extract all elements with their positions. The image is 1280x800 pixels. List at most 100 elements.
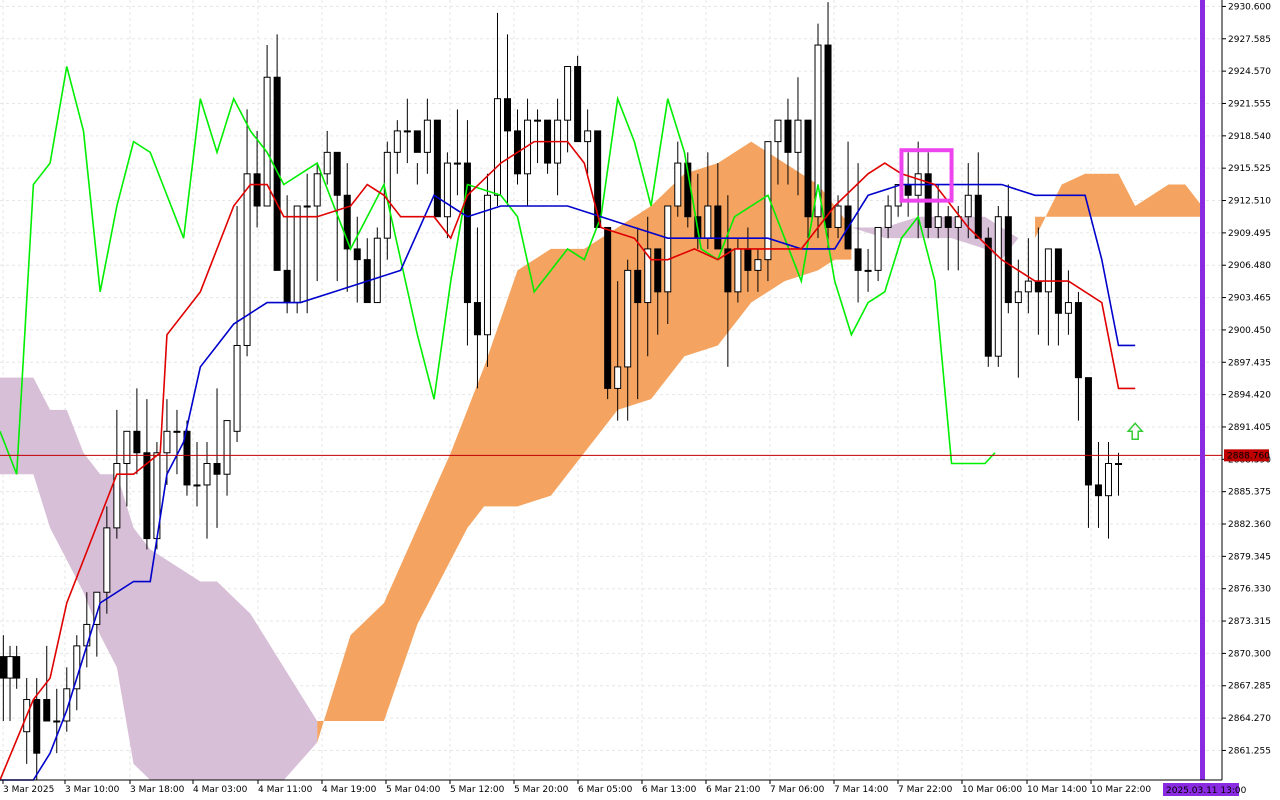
candle-body xyxy=(393,130,401,153)
candle-body xyxy=(113,462,121,529)
candle-body xyxy=(233,344,241,432)
candle-body xyxy=(333,151,341,196)
candle-body xyxy=(564,66,572,121)
candle-body xyxy=(503,98,511,132)
x-tick-label: 7 Mar 14:00 xyxy=(834,785,889,795)
candle-body xyxy=(974,194,982,239)
candle-body xyxy=(13,656,21,679)
y-tick-label: 2873.315 xyxy=(1228,617,1271,627)
y-tick-label: 2885.375 xyxy=(1228,488,1271,498)
candle-body xyxy=(323,151,331,175)
candle-body xyxy=(874,226,882,271)
candle-body xyxy=(433,119,441,218)
x-tick-label: 4 Mar 11:00 xyxy=(258,785,313,795)
y-tick-label: 2915.525 xyxy=(1228,164,1271,174)
candle-body xyxy=(784,119,792,153)
x-tick-label: 7 Mar 06:00 xyxy=(770,785,825,795)
candle-body xyxy=(243,173,251,346)
y-tick-label: 2924.570 xyxy=(1228,67,1271,77)
vertical-line-time: 2025.03.11 13:00 xyxy=(1166,786,1247,796)
candle-body xyxy=(944,216,952,228)
y-tick-label: 2918.540 xyxy=(1228,132,1271,142)
candle-body xyxy=(293,205,301,304)
candle-body xyxy=(1094,484,1102,497)
candle-body xyxy=(1034,280,1042,293)
candle-body xyxy=(383,151,391,239)
x-tick-label: 3 Mar 10:00 xyxy=(65,785,120,795)
candle-body xyxy=(884,205,892,228)
y-tick-label: 2876.330 xyxy=(1228,585,1271,595)
candle-body xyxy=(1024,280,1032,293)
candle-body xyxy=(994,216,1002,357)
candle-body xyxy=(483,194,491,336)
candle-body xyxy=(83,623,91,647)
candle-body xyxy=(744,248,752,271)
candle-body xyxy=(754,259,762,271)
candle-body xyxy=(834,205,842,228)
x-tick-label: 6 Mar 13:00 xyxy=(642,785,697,795)
candle-body xyxy=(53,720,61,723)
candle-body xyxy=(534,119,542,122)
candle-body xyxy=(674,162,682,207)
candle-body xyxy=(1004,216,1012,304)
candle-body xyxy=(934,216,942,228)
y-tick-label: 2927.585 xyxy=(1228,35,1271,45)
y-tick-label: 2891.405 xyxy=(1228,423,1271,433)
x-tick-label: 3 Mar 18:00 xyxy=(130,785,185,795)
x-tick-label: 4 Mar 03:00 xyxy=(193,785,248,795)
candle-body xyxy=(654,248,662,293)
y-tick-label: 2912.510 xyxy=(1228,197,1271,207)
x-tick-label: 5 Mar 20:00 xyxy=(514,785,569,795)
candle-body xyxy=(193,484,201,487)
candle-body xyxy=(493,98,501,196)
y-tick-label: 2921.555 xyxy=(1228,99,1271,109)
x-tick-label: 6 Mar 05:00 xyxy=(578,785,633,795)
candle-body xyxy=(103,527,111,593)
y-tick-label: 2897.435 xyxy=(1228,358,1271,368)
candle-body xyxy=(1044,248,1052,293)
x-tick-label: 4 Mar 19:00 xyxy=(322,785,377,795)
candle-body xyxy=(1074,302,1082,379)
candle-body xyxy=(904,184,912,196)
candle-body xyxy=(33,699,41,754)
candle-body xyxy=(133,430,141,454)
candle-body xyxy=(303,205,311,208)
candle-body xyxy=(794,119,802,153)
candle-body xyxy=(634,269,642,304)
candle-body xyxy=(584,130,592,143)
x-tick-label: 3 Mar 2025 xyxy=(3,785,54,795)
vertical-time-line xyxy=(1200,0,1205,780)
x-tick-label: 5 Mar 12:00 xyxy=(450,785,505,795)
y-tick-label: 2864.270 xyxy=(1228,714,1271,724)
candle-body xyxy=(123,430,131,464)
candle-body xyxy=(473,302,481,336)
candle-body xyxy=(704,205,712,239)
current-price-label: 2888.760 xyxy=(1224,449,1270,462)
candle-body xyxy=(864,269,872,272)
x-tick-label: 5 Mar 04:00 xyxy=(386,785,441,795)
y-tick-label: 2903.465 xyxy=(1228,294,1271,304)
candle-body xyxy=(774,119,782,143)
y-tick-label: 2882.360 xyxy=(1228,520,1271,530)
candle-body xyxy=(453,162,461,165)
current-price-value: 2888.760 xyxy=(1227,451,1270,461)
y-tick-label: 2867.285 xyxy=(1228,682,1271,692)
candle-body xyxy=(804,119,812,218)
candle-body xyxy=(313,173,321,207)
y-tick-label: 2900.450 xyxy=(1228,326,1271,336)
candle-body xyxy=(614,366,622,389)
candle-body xyxy=(273,76,281,271)
y-tick-label: 2930.600 xyxy=(1228,2,1271,12)
vertical-line-time-label: 2025.03.11 13:00 xyxy=(1163,783,1247,796)
candle-body xyxy=(984,237,992,357)
candle-body xyxy=(714,205,722,250)
candle-body xyxy=(353,248,361,261)
candle-body xyxy=(223,420,231,475)
x-tick-label: 7 Mar 22:00 xyxy=(898,785,953,795)
candle-body xyxy=(814,44,822,218)
candle-body xyxy=(734,248,742,293)
y-tick-label: 2861.255 xyxy=(1228,746,1271,756)
candle-body xyxy=(574,66,582,143)
candle-body xyxy=(1104,462,1112,497)
candle-body xyxy=(423,119,431,153)
